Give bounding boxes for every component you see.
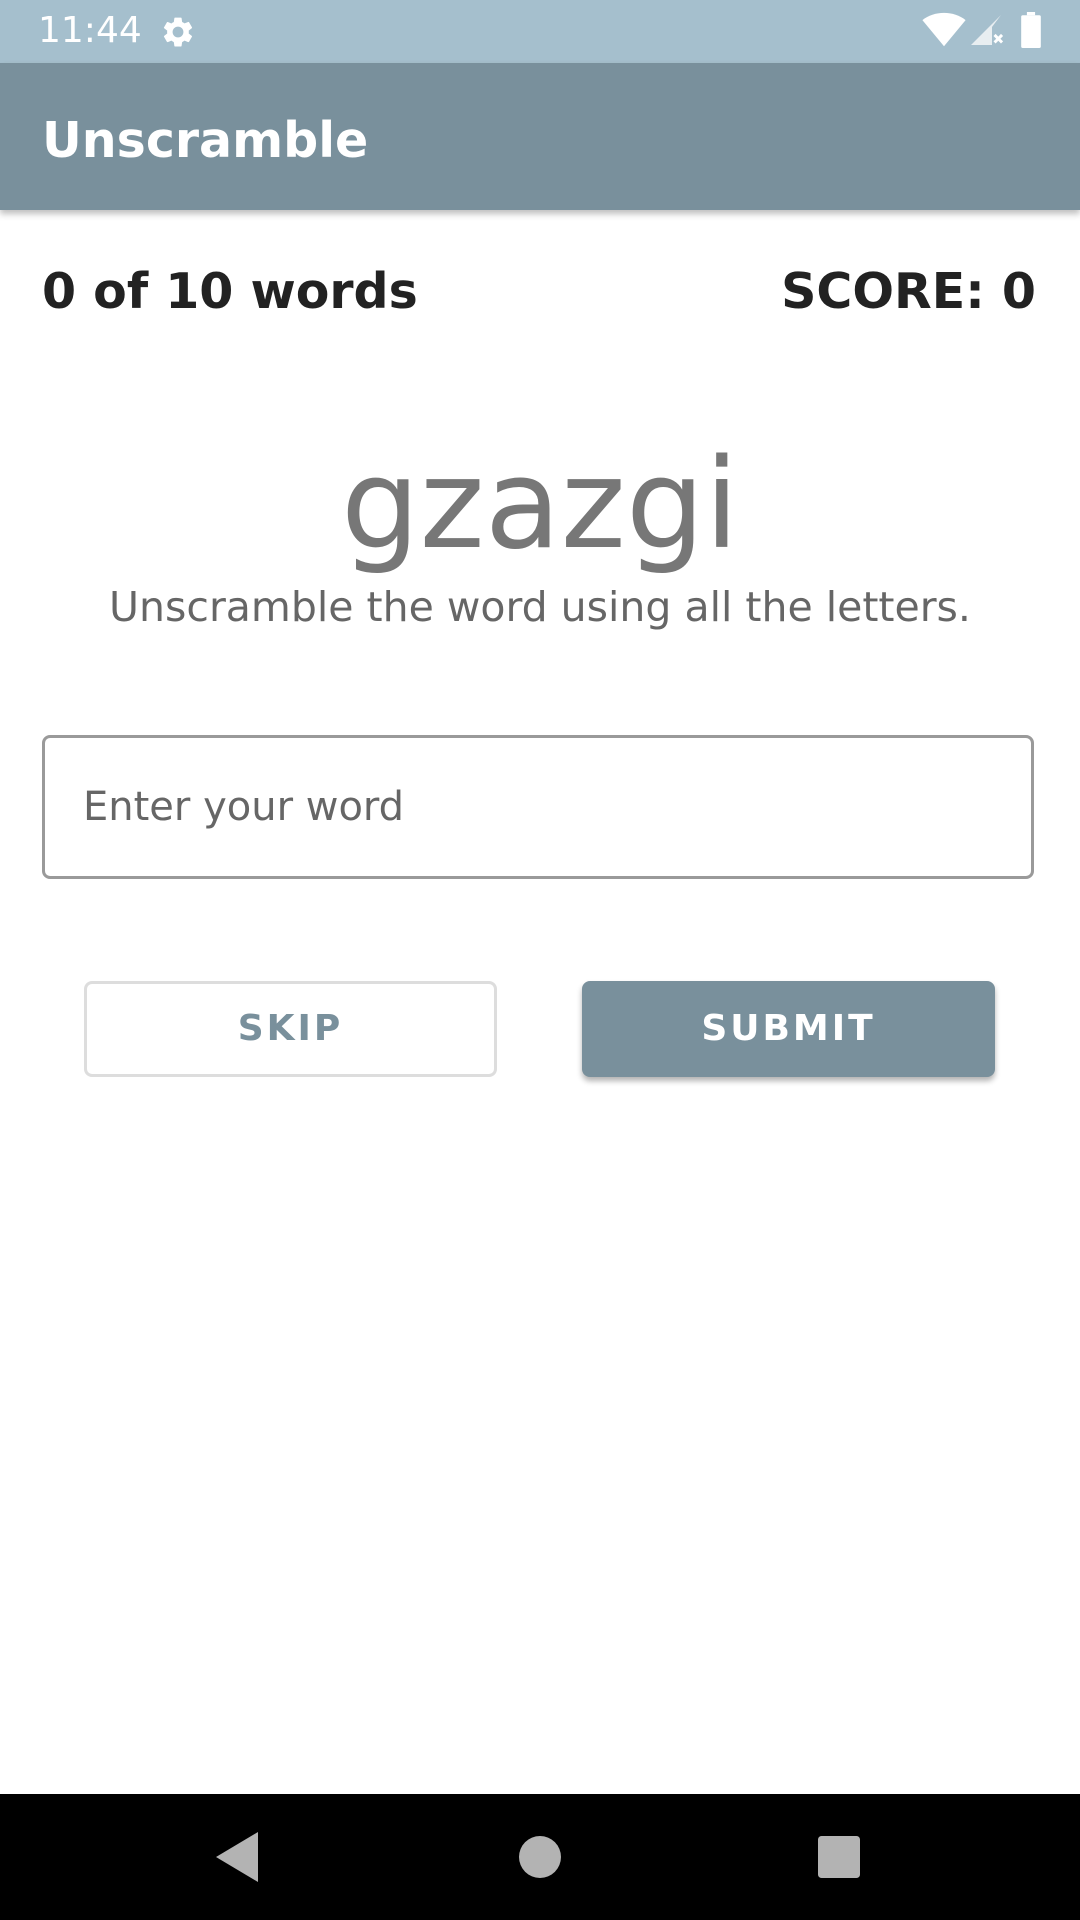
home-icon[interactable] xyxy=(519,1836,561,1878)
instructions-text: Unscramble the word using all the letter… xyxy=(109,583,971,631)
app-title: Unscramble xyxy=(42,112,369,169)
word-input-field[interactable] xyxy=(42,735,1034,879)
recents-icon[interactable] xyxy=(818,1836,860,1878)
app-bar: Unscramble xyxy=(0,63,1080,210)
status-bar: 11:44 xyxy=(0,0,1080,63)
scrambled-word: gzazgi xyxy=(340,433,740,577)
navigation-bar xyxy=(0,1794,1080,1920)
battery-icon xyxy=(1021,12,1041,48)
submit-button[interactable]: SUBMIT xyxy=(582,981,995,1077)
word-count: 0 of 10 words xyxy=(42,263,418,320)
score-label: SCORE: 0 xyxy=(781,263,1036,320)
status-time: 11:44 xyxy=(38,10,142,51)
back-icon[interactable] xyxy=(214,1830,262,1884)
signal-icon xyxy=(971,15,1004,45)
wifi-icon xyxy=(922,12,966,47)
skip-button[interactable]: SKIP xyxy=(84,981,497,1077)
word-input[interactable] xyxy=(83,738,983,876)
gear-icon xyxy=(163,17,193,47)
